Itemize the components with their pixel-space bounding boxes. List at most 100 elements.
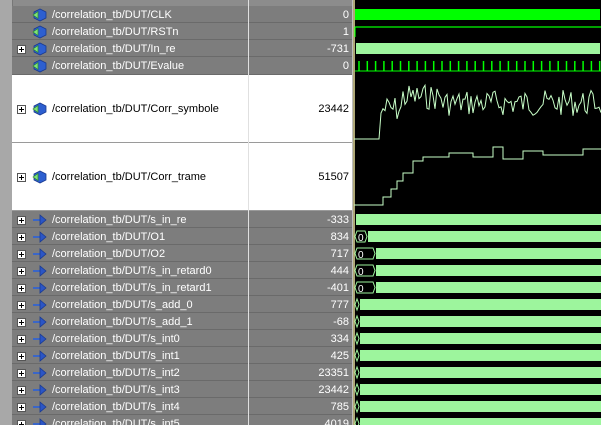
signal-value: 51507 [318, 171, 349, 183]
waveform-pane[interactable]: 0 0 0 0 [352, 0, 601, 425]
signal-name: /correlation_tb/DUT/CLK [52, 9, 172, 21]
signal-value-row[interactable]: 23442 [249, 381, 353, 398]
signal-row[interactable]: /correlation_tb/DUT/s_in_re [12, 211, 248, 228]
signal-row[interactable]: /correlation_tb/DUT/s_int3 [12, 381, 248, 398]
wave-clk [355, 9, 600, 20]
signal-row[interactable]: /correlation_tb/DUT/s_int4 [12, 398, 248, 415]
expand-toggle[interactable] [17, 250, 26, 259]
signal-value-row[interactable]: -68 [249, 313, 353, 330]
signal-value-row[interactable]: 444 [249, 262, 353, 279]
wave-window: /correlation_tb/DUT/CLK/correlation_tb/D… [0, 0, 601, 425]
signal-name: /correlation_tb/DUT/s_int1 [52, 350, 180, 362]
wave-s-in-re [356, 214, 601, 225]
wave-s-in-retard1-initial-label: 0 [358, 284, 364, 295]
signal-value: 0 [342, 60, 349, 72]
wave-s-int0 [360, 333, 601, 344]
signal-value: 1 [342, 26, 349, 38]
signal-value-row[interactable]: 785 [249, 398, 353, 415]
signal-value-row[interactable]: 0 [249, 57, 353, 75]
signal-name: /correlation_tb/DUT/s_in_retard0 [52, 265, 212, 277]
signal-name: /correlation_tb/DUT/s_in_retard1 [52, 282, 212, 294]
expand-toggle[interactable] [17, 386, 26, 395]
signal-name: /correlation_tb/DUT/s_int2 [52, 367, 180, 379]
wave-o2 [376, 248, 601, 259]
signal-value: 444 [330, 265, 349, 277]
signal-row[interactable]: /correlation_tb/DUT/Corr_trame [12, 143, 248, 211]
internal-signal-icon [32, 417, 48, 425]
signal-value-row[interactable]: 777 [249, 296, 353, 313]
signal-row[interactable]: /correlation_tb/DUT/In_re [12, 40, 248, 57]
signal-value-row[interactable]: 834 [249, 228, 353, 245]
signal-row[interactable]: /correlation_tb/DUT/RSTn [12, 23, 248, 40]
signal-row[interactable]: /correlation_tb/DUT/Corr_symbole [12, 75, 248, 143]
wave-o1 [368, 231, 601, 242]
expand-toggle[interactable] [17, 105, 26, 114]
internal-signal-icon [32, 366, 48, 380]
signal-row[interactable]: /correlation_tb/DUT/s_in_retard0 [12, 262, 248, 279]
signal-value-row[interactable]: 4019 [249, 415, 353, 425]
wave-s-add-1-initial-segment [354, 314, 360, 329]
signal-value-row[interactable]: 717 [249, 245, 353, 262]
signal-arrow-icon [32, 102, 48, 116]
expand-toggle[interactable] [17, 284, 26, 293]
expand-toggle[interactable] [17, 301, 26, 310]
expand-toggle[interactable] [17, 216, 26, 225]
signal-value-row[interactable]: -731 [249, 40, 353, 57]
wave-s-in-retard0 [376, 265, 601, 276]
internal-signal-icon [32, 383, 48, 397]
signal-row[interactable]: /correlation_tb/DUT/s_add_0 [12, 296, 248, 313]
signal-row[interactable]: /correlation_tb/DUT/CLK [12, 6, 248, 23]
signal-value: 834 [330, 231, 349, 243]
signal-value: 777 [330, 299, 349, 311]
waveform-canvas[interactable]: 0 0 0 0 [353, 0, 601, 425]
signal-value-row[interactable]: -401 [249, 279, 353, 296]
expand-toggle[interactable] [17, 352, 26, 361]
wave-o1-initial-label: 0 [358, 233, 364, 244]
signal-arrow-icon [32, 8, 48, 22]
expand-toggle[interactable] [17, 173, 26, 182]
wave-s-add-1 [360, 316, 601, 327]
signal-value-row[interactable]: 23351 [249, 364, 353, 381]
signal-value-row[interactable]: 1 [249, 23, 353, 40]
signal-row[interactable]: /correlation_tb/DUT/s_int5 [12, 415, 248, 425]
expand-toggle[interactable] [17, 335, 26, 344]
signal-row[interactable]: /correlation_tb/DUT/s_in_retard1 [12, 279, 248, 296]
signal-row[interactable]: /correlation_tb/DUT/s_int2 [12, 364, 248, 381]
signal-row[interactable]: /correlation_tb/DUT/O2 [12, 245, 248, 262]
expand-toggle[interactable] [17, 233, 26, 242]
signal-value-row[interactable]: 0 [249, 6, 353, 23]
expand-toggle[interactable] [17, 45, 26, 54]
internal-signal-icon [32, 230, 48, 244]
signal-value-row[interactable]: 334 [249, 330, 353, 347]
expand-toggle[interactable] [17, 369, 26, 378]
signal-value: -401 [326, 282, 349, 294]
signal-value-row[interactable]: -333 [249, 211, 353, 228]
expand-toggle[interactable] [17, 318, 26, 327]
signal-arrow-icon [32, 170, 48, 184]
signal-name: /correlation_tb/DUT/s_int0 [52, 333, 180, 345]
signal-row[interactable]: /correlation_tb/DUT/s_int1 [12, 347, 248, 364]
signal-values-pane: 0 1 -731 0 23442 51507 -333 834 717 444 -401 777 -68… [248, 0, 353, 425]
signal-value: 23442 [318, 384, 349, 396]
expand-toggle[interactable] [17, 420, 26, 425]
signal-value: -731 [326, 43, 349, 55]
signal-row[interactable]: /correlation_tb/DUT/O1 [12, 228, 248, 245]
signal-name: /correlation_tb/DUT/Corr_trame [52, 171, 207, 183]
expand-toggle[interactable] [17, 403, 26, 412]
wave-s-int0-initial-segment [354, 331, 360, 346]
signal-row[interactable]: /correlation_tb/DUT/s_add_1 [12, 313, 248, 330]
signal-row[interactable]: /correlation_tb/DUT/Evalue [12, 57, 248, 75]
signal-value: 334 [330, 333, 349, 345]
signal-name: /correlation_tb/DUT/s_in_re [52, 214, 187, 226]
signal-value-row[interactable]: 425 [249, 347, 353, 364]
wave-s-int3 [360, 384, 601, 395]
signal-row[interactable]: /correlation_tb/DUT/s_int0 [12, 330, 248, 347]
signal-value: 425 [330, 350, 349, 362]
signal-value-row[interactable]: 51507 [249, 143, 353, 211]
signal-names-pane: /correlation_tb/DUT/CLK/correlation_tb/D… [12, 0, 248, 425]
signal-value-row[interactable]: 23442 [249, 75, 353, 143]
internal-signal-icon [32, 332, 48, 346]
expand-toggle[interactable] [17, 267, 26, 276]
signal-value: 0 [342, 9, 349, 21]
signal-value: 785 [330, 401, 349, 413]
